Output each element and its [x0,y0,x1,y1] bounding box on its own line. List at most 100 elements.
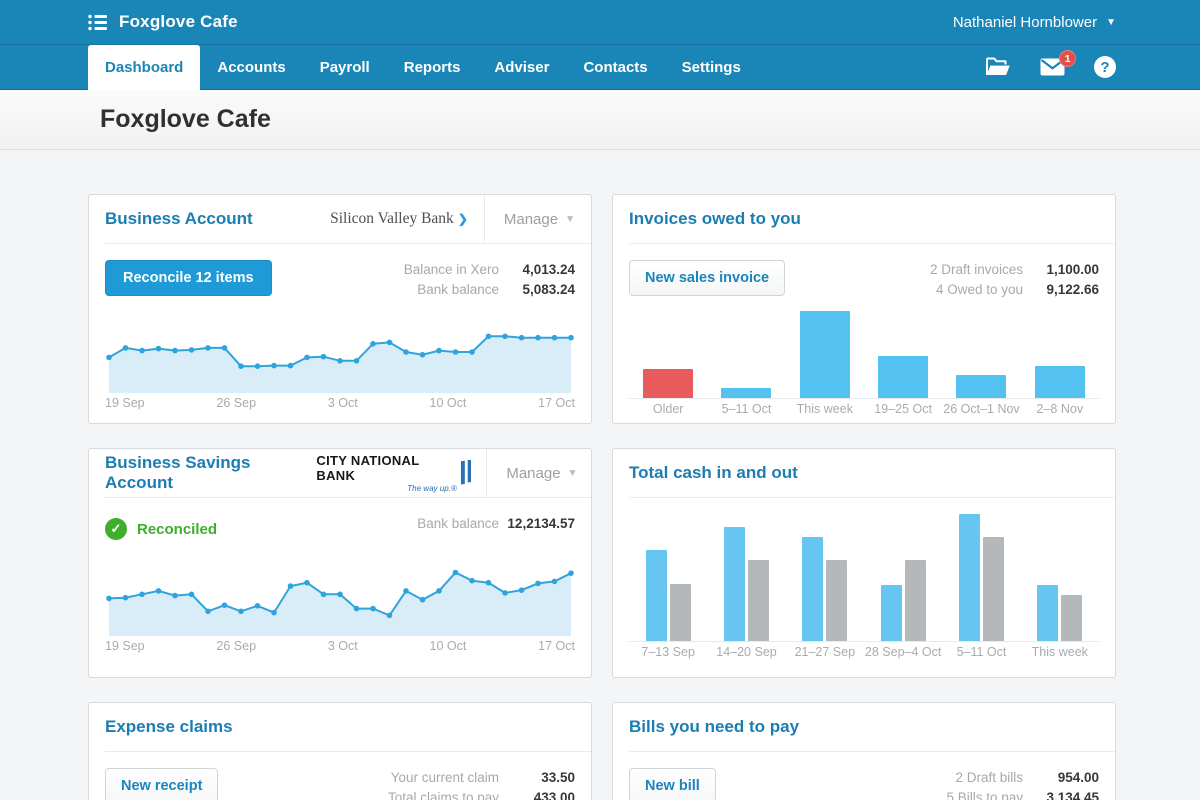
x-axis-label: 3 Oct [328,639,358,653]
stat-row: 2 Draft bills 954.00 [955,770,1099,785]
x-axis-label: 14–20 Sep [707,645,785,659]
bar-group [724,514,769,641]
data-point [403,588,409,594]
user-menu[interactable]: Nathaniel Hornblower ▼ [953,14,1116,31]
cash-in-bar[interactable] [959,514,980,641]
bar[interactable] [721,388,771,398]
tab-contacts[interactable]: Contacts [566,45,664,89]
cash-in-bar[interactable] [646,550,667,641]
stat-row: Balance in Xero 4,013.24 [404,262,575,277]
x-axis: 19 Sep26 Sep3 Oct10 Oct17 Oct [105,396,575,410]
data-point [420,597,426,603]
bar-group [1037,514,1082,641]
tab-accounts[interactable]: Accounts [200,45,302,89]
manage-dropdown[interactable]: Manage ▼ [484,195,591,243]
city-national-bank-logo[interactable]: CITY NATIONAL BANK The way up.® [316,453,486,493]
data-point [337,592,343,598]
x-axis-label: 7–13 Sep [629,645,707,659]
inbox-button[interactable]: 1 [1040,58,1065,76]
card-title: Business Savings Account [105,453,316,493]
data-point [568,570,574,576]
bar-column [643,311,693,398]
main-nav: Dashboard Accounts Payroll Reports Advis… [0,44,1200,90]
data-point [420,352,426,358]
x-axis-label: 28 Sep–4 Oct [864,645,942,659]
cash-in-bar[interactable] [802,537,823,641]
brand[interactable]: Foxglove Cafe [88,12,238,32]
stat-row: 4 Owed to you 9,122.66 [936,282,1099,297]
cash-out-bar[interactable] [670,584,691,641]
cash-out-bar[interactable] [1061,595,1082,641]
bar[interactable] [956,375,1006,398]
data-point [337,358,343,364]
x-axis-label: This week [786,402,864,416]
user-name: Nathaniel Hornblower [953,14,1097,31]
data-point [486,334,492,340]
data-point [354,358,360,364]
tab-dashboard[interactable]: Dashboard [88,45,200,90]
data-point [469,349,475,355]
data-point [288,363,294,369]
cash-out-bar[interactable] [826,560,847,641]
new-bill-button[interactable]: New bill [629,768,716,800]
tab-payroll[interactable]: Payroll [303,45,387,89]
data-point [222,345,228,351]
cash-out-bar[interactable] [983,537,1004,641]
x-axis-label: 19 Sep [105,396,145,410]
bar-column [1035,311,1085,398]
cash-in-bar[interactable] [881,585,902,641]
org-name: Foxglove Cafe [119,12,238,32]
x-axis-label: 5–11 Oct [942,645,1020,659]
bar[interactable] [643,369,693,398]
silicon-valley-bank-logo[interactable]: Silicon Valley Bank ❯ [330,210,484,228]
files-button[interactable] [985,57,1011,77]
data-point [255,603,261,609]
bar-group [802,514,847,641]
data-point [139,348,145,354]
bar[interactable] [800,311,850,398]
stat-row: 5 Bills to pay 3,134.45 [946,790,1099,800]
reconcile-button[interactable]: Reconcile 12 items [105,260,272,296]
tab-settings[interactable]: Settings [665,45,758,89]
folder-icon [985,57,1011,77]
bar[interactable] [878,356,928,398]
data-point [123,595,129,601]
new-receipt-button[interactable]: New receipt [105,768,218,800]
manage-dropdown[interactable]: Manage ▼ [486,449,591,497]
invoices-bar-chart [629,311,1099,399]
status-label: Reconciled [137,521,217,538]
sparkline-svg [105,315,575,393]
cash-out-bar[interactable] [905,560,926,641]
tab-reports[interactable]: Reports [387,45,478,89]
chevron-down-icon: ▼ [1106,17,1116,28]
invoices-card: Invoices owed to you New sales invoice 2… [612,194,1116,424]
help-button[interactable]: ? [1094,56,1116,78]
bar[interactable] [1035,366,1085,398]
card-title: Invoices owed to you [629,209,801,229]
x-axis-label: 10 Oct [430,396,467,410]
data-point [304,580,310,586]
x-axis-label: 17 Oct [538,639,575,653]
bar-column [878,311,928,398]
bar-column [956,311,1006,398]
new-sales-invoice-button[interactable]: New sales invoice [629,260,785,296]
data-point [304,355,310,361]
stat-row: Bank balance 12,2134.57 [417,516,575,531]
data-point [205,345,211,351]
tab-adviser[interactable]: Adviser [477,45,566,89]
cash-in-bar[interactable] [1037,585,1058,641]
x-axis-label: 26 Sep [216,639,256,653]
data-point [238,363,244,369]
chevron-down-icon: ▼ [565,214,575,225]
x-axis: 19 Sep26 Sep3 Oct10 Oct17 Oct [105,639,575,653]
cash-out-bar[interactable] [748,560,769,641]
data-point [519,587,525,593]
stat-row: Total claims to pay 433.00 [388,790,575,800]
data-point [321,354,327,360]
x-axis-label: Older [629,402,707,416]
data-point [552,335,558,341]
data-point [370,606,376,612]
x-axis-label: 19–25 Oct [864,402,942,416]
x-axis-label: 26 Oct–1 Nov [942,402,1020,416]
cash-in-bar[interactable] [724,527,745,641]
